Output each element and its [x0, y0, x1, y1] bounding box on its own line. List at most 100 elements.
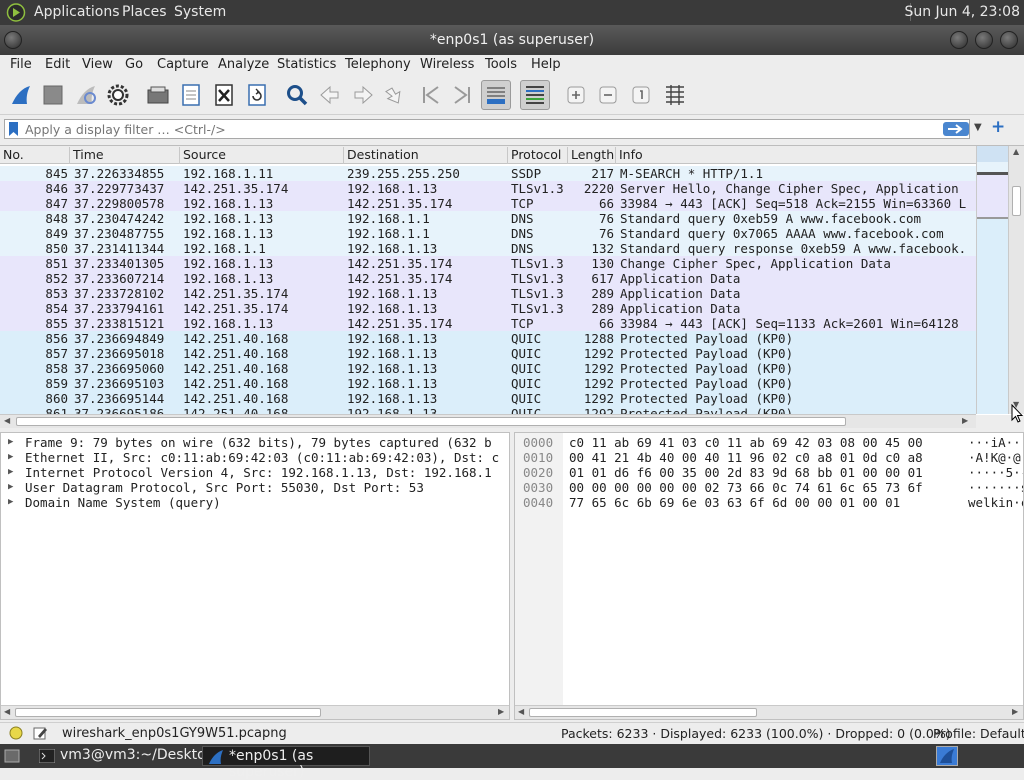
go-to-packet-icon[interactable] — [383, 82, 409, 108]
packet-row[interactable]: 848 37.230474242 192.168.1.13 192.168.1.1 DN… — [0, 211, 976, 226]
maximize-button[interactable] — [975, 31, 993, 49]
window-titlebar[interactable]: *enp0s1 (as superuser) — [0, 25, 1024, 55]
colorize-list-icon[interactable] — [520, 80, 550, 110]
gnome-menu-icon[interactable] — [6, 3, 26, 22]
expand-arrow-icon[interactable]: ▶ — [8, 450, 13, 465]
menu-telephony[interactable]: Telephony — [345, 57, 411, 72]
menu-capture[interactable]: Capture — [157, 57, 209, 72]
expert-info-icon[interactable] — [9, 726, 23, 740]
hscroll-thumb[interactable] — [15, 708, 321, 717]
zoom-in-icon[interactable] — [563, 82, 589, 108]
last-packet-icon[interactable] — [449, 82, 475, 108]
packet-list-hscrollbar[interactable]: ◀ ▶ — [0, 414, 976, 428]
scroll-left-arrow-icon[interactable]: ◀ — [518, 707, 524, 716]
detail-row-udp[interactable]: ▶ User Datagram Protocol, Src Port: 5503… — [1, 480, 509, 495]
add-filter-button-plus-icon[interactable]: + — [991, 117, 1005, 137]
normal-size-icon[interactable] — [628, 82, 654, 108]
col-header-source[interactable]: Source — [180, 147, 344, 164]
scroll-up-arrow-icon[interactable]: ▲ — [1013, 147, 1019, 156]
packet-row[interactable]: 856 37.236694849 142.251.40.168 192.168.1.1… — [0, 331, 976, 346]
detail-row-ethernet[interactable]: ▶ Ethernet II, Src: c0:11:ab:69:42:03 (c… — [1, 450, 509, 465]
clock[interactable]: Sun Jun 4, 23:08 — [904, 4, 1020, 20]
hex-row[interactable]: 0040 77 65 6c 6b 69 6e 03 63 6f 6d 00 00… — [515, 495, 1023, 510]
find-packet-search-icon[interactable] — [284, 82, 310, 108]
expand-arrow-icon[interactable]: ▶ — [8, 480, 13, 495]
col-header-no[interactable]: No. — [0, 147, 70, 164]
packet-row[interactable]: 857 37.236695018 142.251.40.168 192.168.1.1… — [0, 346, 976, 361]
hscroll-thumb[interactable] — [529, 708, 757, 717]
system-menu[interactable]: System — [174, 4, 226, 20]
filter-history-dropdown-icon[interactable]: ▼ — [974, 122, 982, 133]
stop-capture-icon[interactable] — [40, 82, 66, 108]
detail-row-frame[interactable]: ▶ Frame 9: 79 bytes on wire (632 bits), … — [1, 435, 509, 450]
hex-row[interactable]: 0010 00 41 21 4b 40 00 40 11 96 02 c0 a8… — [515, 450, 1023, 465]
restart-capture-icon[interactable] — [73, 82, 99, 108]
col-header-time[interactable]: Time — [70, 147, 180, 164]
hscroll-thumb[interactable] — [16, 417, 846, 426]
reload-file-icon[interactable] — [244, 82, 270, 108]
minimize-button[interactable] — [950, 31, 968, 49]
profile-label[interactable]: Profile: Default — [933, 726, 1024, 741]
col-header-destination[interactable]: Destination — [344, 147, 508, 164]
packet-row[interactable]: 851 37.233401305 192.168.1.13 142.251.35.17… — [0, 256, 976, 271]
apply-filter-arrow-icon[interactable] — [943, 122, 969, 136]
packet-row[interactable]: 852 37.233607214 192.168.1.13 142.251.35.17… — [0, 271, 976, 286]
menu-wireless[interactable]: Wireless — [420, 57, 474, 72]
scroll-right-arrow-icon[interactable]: ▶ — [1012, 707, 1018, 716]
scroll-right-arrow-icon[interactable]: ▶ — [962, 416, 968, 425]
save-file-icon[interactable] — [178, 82, 204, 108]
close-file-icon[interactable] — [211, 82, 237, 108]
go-forward-arrow-icon[interactable] — [350, 82, 376, 108]
resize-columns-icon[interactable] — [662, 82, 688, 108]
menu-statistics[interactable]: Statistics — [277, 57, 336, 72]
hex-row[interactable]: 0000 c0 11 ab 69 41 03 c0 11 ab 69 42 03… — [515, 435, 1023, 450]
go-back-arrow-icon[interactable] — [317, 82, 343, 108]
packet-row[interactable]: 860 37.236695144 142.251.40.168 192.168.1.1… — [0, 391, 976, 406]
show-desktop-icon[interactable] — [4, 748, 20, 764]
zoom-out-icon[interactable] — [595, 82, 621, 108]
start-capture-fin-icon[interactable] — [8, 82, 34, 108]
menu-edit[interactable]: Edit — [45, 57, 70, 72]
packet-minimap[interactable] — [976, 146, 1009, 414]
menu-analyze[interactable]: Analyze — [218, 57, 269, 72]
capture-options-gear-icon[interactable] — [105, 82, 131, 108]
bytes-hscrollbar[interactable]: ◀ ▶ — [515, 705, 1023, 719]
packet-row[interactable]: 846 37.229773437 142.251.35.174 192.168.1.1… — [0, 181, 976, 196]
scroll-left-arrow-icon[interactable]: ◀ — [4, 707, 10, 716]
detail-row-dns[interactable]: ▶ Domain Name System (query) — [1, 495, 509, 510]
capture-comment-icon[interactable] — [32, 725, 48, 741]
scroll-left-arrow-icon[interactable]: ◀ — [4, 416, 10, 425]
display-filter-box[interactable] — [4, 119, 970, 139]
packet-row[interactable]: 845 37.226334855 192.168.1.11 239.255.255.2… — [0, 166, 976, 181]
packet-row[interactable]: 849 37.230487755 192.168.1.13 192.168.1.1 DN… — [0, 226, 976, 241]
packet-list[interactable]: No. Time Source Destination Protocol Len… — [0, 145, 1024, 428]
vscroll-thumb[interactable] — [1012, 186, 1021, 216]
menu-file[interactable]: File — [10, 57, 32, 72]
taskbar-wireshark[interactable]: *enp0s1 (as superuser) — [202, 746, 370, 780]
menu-help[interactable]: Help — [531, 57, 561, 72]
packet-row[interactable]: 859 37.236695103 142.251.40.168 192.168.1.1… — [0, 376, 976, 391]
bookmark-icon[interactable] — [9, 122, 18, 136]
applications-menu[interactable]: Applications — [34, 4, 120, 20]
expand-arrow-icon[interactable]: ▶ — [8, 495, 13, 510]
packet-row[interactable]: 850 37.231411344 192.168.1.1 192.168.1.13 DN… — [0, 241, 976, 256]
packet-row[interactable]: 854 37.233794161 142.251.35.174 192.168.1.1… — [0, 301, 976, 316]
col-header-protocol[interactable]: Protocol — [508, 147, 568, 164]
menu-tools[interactable]: Tools — [485, 57, 517, 72]
places-menu[interactable]: Places — [122, 4, 167, 20]
packet-bytes-pane[interactable]: 0000 c0 11 ab 69 41 03 c0 11 ab 69 42 03… — [514, 432, 1024, 720]
taskbar-terminal[interactable]: vm3@vm3:~/Desktop — [34, 746, 215, 766]
workspace-switcher-icon[interactable] — [936, 746, 958, 766]
hex-row[interactable]: 0030 00 00 00 00 00 00 02 73 66 0c 74 61… — [515, 480, 1023, 495]
packet-row[interactable]: 855 37.233815121 192.168.1.13 142.251.35.17… — [0, 316, 976, 331]
auto-scroll-icon[interactable] — [481, 80, 511, 110]
expand-arrow-icon[interactable]: ▶ — [8, 435, 13, 450]
menu-go[interactable]: Go — [125, 57, 143, 72]
expand-arrow-icon[interactable]: ▶ — [8, 465, 13, 480]
col-header-info[interactable]: Info — [616, 147, 976, 164]
close-button[interactable] — [1000, 31, 1018, 49]
col-header-length[interactable]: Length — [568, 147, 616, 164]
packet-row[interactable]: 853 37.233728102 142.251.35.174 192.168.1.1… — [0, 286, 976, 301]
hex-row[interactable]: 0020 01 01 d6 f6 00 35 00 2d 83 9d 68 bb… — [515, 465, 1023, 480]
packet-row[interactable]: 858 37.236695060 142.251.40.168 192.168.1.1… — [0, 361, 976, 376]
